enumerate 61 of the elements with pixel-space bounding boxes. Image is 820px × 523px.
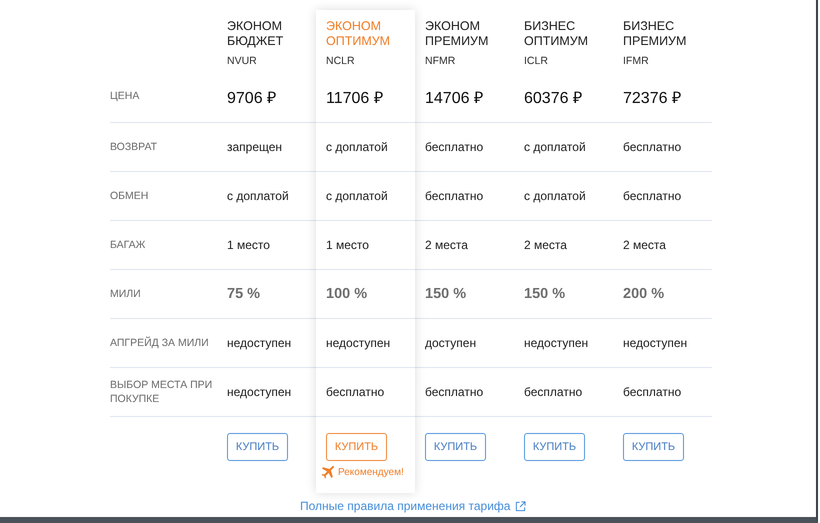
buy-button[interactable]: КУПИТЬ bbox=[623, 433, 684, 461]
tariff-name: ЭКОНОМ БЮДЖЕТ bbox=[227, 19, 284, 49]
table-cell: бесплатно bbox=[326, 385, 384, 399]
table-cell: недоступен bbox=[623, 336, 688, 350]
table-cell: бесплатно bbox=[425, 140, 484, 154]
table-cell: недоступен bbox=[227, 385, 292, 399]
price: 72376 ₽ bbox=[623, 89, 681, 108]
row-label: БАГАЖ bbox=[110, 238, 146, 252]
table-cell: 150 % bbox=[524, 286, 566, 302]
table-cell: бесплатно bbox=[623, 189, 682, 203]
buy-button[interactable]: КУПИТЬ bbox=[425, 433, 486, 461]
table-cell: бесплатно bbox=[425, 189, 484, 203]
buy-button[interactable]: КУПИТЬ bbox=[326, 433, 387, 461]
tariff-name: БИЗНЕС ПРЕМИУМ bbox=[623, 19, 688, 49]
tariff-code: NVUR bbox=[227, 55, 257, 67]
tariff-name: ЭКОНОМ ПРЕМИУМ bbox=[425, 19, 490, 49]
price: 11706 ₽ bbox=[326, 89, 383, 108]
table-cell: 2 места bbox=[524, 238, 567, 252]
table-cell: с доплатой bbox=[326, 189, 388, 203]
table-cell: запрещен bbox=[227, 140, 282, 154]
table-cell: 100 % bbox=[326, 286, 368, 302]
row-label: ЦЕНА bbox=[110, 89, 140, 103]
price: 14706 ₽ bbox=[425, 89, 483, 108]
table-cell: бесплатно bbox=[623, 140, 682, 154]
recommended-label: Рекомендуем! bbox=[338, 466, 404, 478]
row-label: АПГРЕЙД ЗА МИЛИ bbox=[110, 336, 209, 350]
table-cell: доступен bbox=[425, 336, 476, 350]
table-cell: 2 места bbox=[425, 238, 468, 252]
tariff-code: ICLR bbox=[524, 55, 548, 67]
table-cell: с доплатой bbox=[524, 189, 586, 203]
price: 9706 ₽ bbox=[227, 89, 276, 108]
row-label: ВОЗВРАТ bbox=[110, 140, 158, 154]
buy-button[interactable]: КУПИТЬ bbox=[524, 433, 585, 461]
price: 60376 ₽ bbox=[524, 89, 582, 108]
row-label: МИЛИ bbox=[110, 287, 141, 301]
row-label: ОБМЕН bbox=[110, 189, 148, 203]
table-cell: 200 % bbox=[623, 286, 664, 302]
table-cell: с доплатой bbox=[227, 189, 289, 203]
table-cell: недоступен bbox=[326, 336, 390, 350]
buy-button[interactable]: КУПИТЬ bbox=[227, 433, 288, 461]
table-cell: бесплатно bbox=[524, 385, 582, 399]
row-label: ВЫБОР МЕСТА ПРИ ПОКУПКЕ bbox=[110, 378, 214, 406]
airplane-icon bbox=[321, 465, 335, 479]
tariff-name: ЭКОНОМ ОПТИМУМ bbox=[326, 19, 392, 49]
table-cell: с доплатой bbox=[326, 140, 388, 154]
tariff-name: БИЗНЕС ОПТИМУМ bbox=[524, 19, 590, 49]
table-cell: бесплатно bbox=[425, 385, 484, 399]
table-cell: недоступен bbox=[227, 336, 292, 350]
table-cell: 75 % bbox=[227, 286, 260, 302]
tariff-code: IFMR bbox=[623, 55, 649, 67]
rules-link[interactable]: Полные правила применения тарифа bbox=[300, 499, 526, 513]
tariff-code: NFMR bbox=[425, 55, 456, 67]
table-cell: с доплатой bbox=[524, 140, 586, 154]
external-link-icon bbox=[515, 500, 526, 512]
table-cell: недоступен bbox=[524, 336, 588, 350]
table-cell: 1 место bbox=[326, 238, 369, 252]
table-cell: 2 места bbox=[623, 238, 666, 252]
table-cell: 1 место bbox=[227, 238, 270, 252]
tariff-code: NCLR bbox=[326, 55, 355, 67]
table-cell: бесплатно bbox=[623, 385, 682, 399]
table-cell: 150 % bbox=[425, 286, 466, 302]
